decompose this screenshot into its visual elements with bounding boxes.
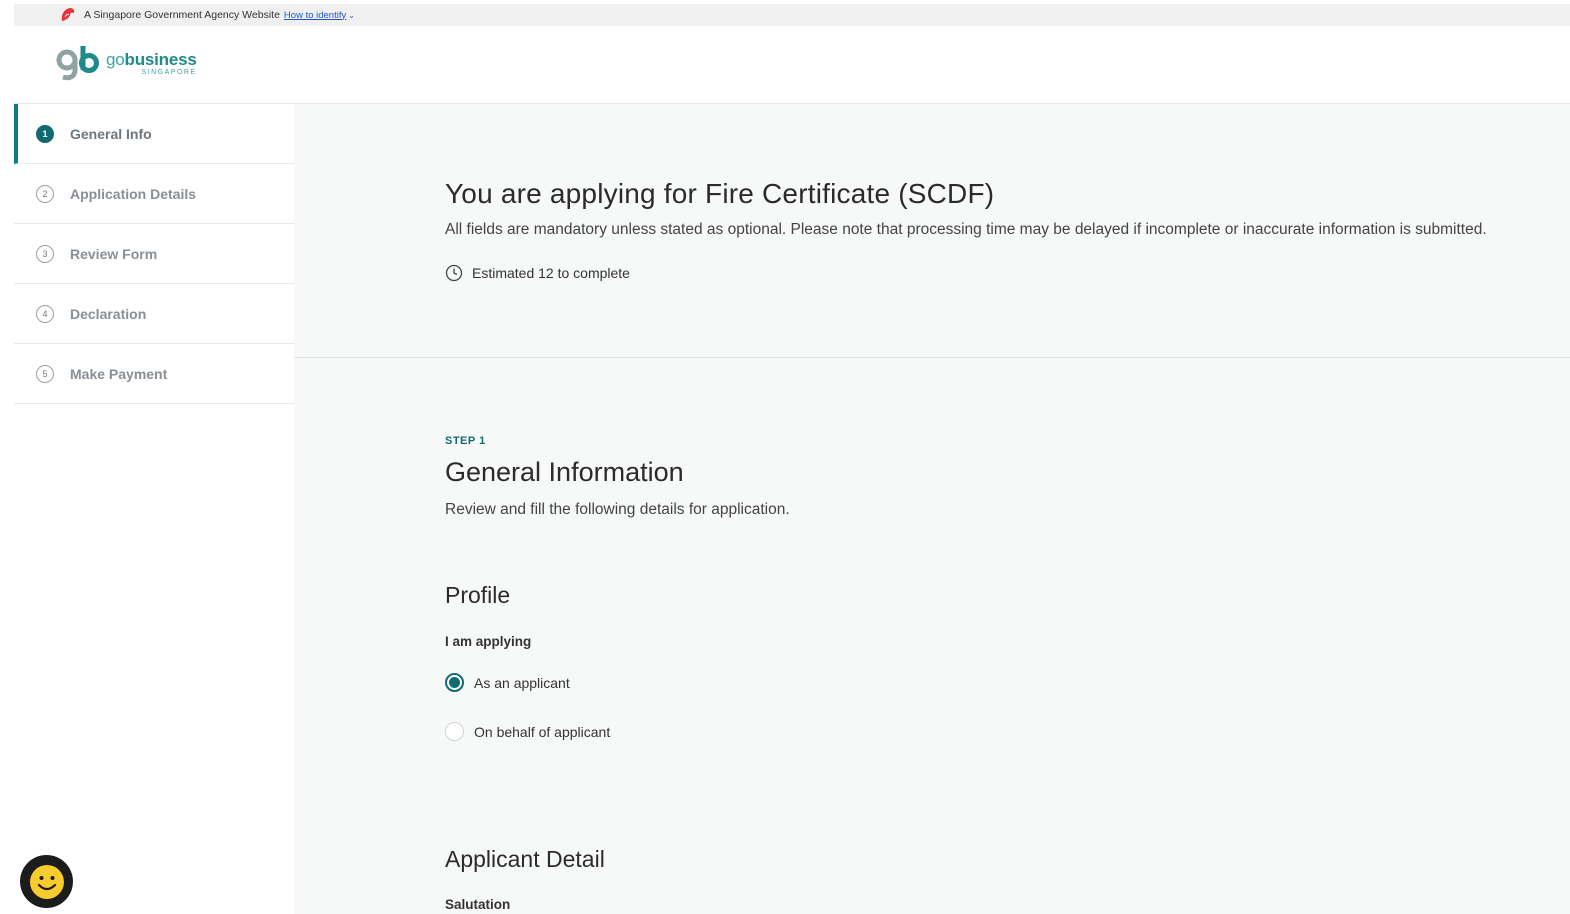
lion-head-icon [58, 5, 78, 25]
estimated-time-text: Estimated 12 to complete [472, 265, 630, 281]
gb-logo-mark-icon [56, 46, 99, 81]
sidebar-item-application-details[interactable]: 2 Application Details [14, 164, 294, 224]
step-number-badge: 3 [36, 244, 54, 263]
section-title: General Information [445, 457, 684, 487]
clock-icon [445, 264, 463, 282]
sidebar-item-general-info[interactable]: 1 General Info [14, 104, 294, 164]
intro-description: All fields are mandatory unless stated a… [445, 221, 1487, 238]
applicant-detail-heading: Applicant Detail [445, 846, 605, 872]
intro-section: You are applying for Fire Certificate (S… [294, 104, 1570, 358]
sidebar-item-label: General Info [70, 125, 152, 142]
sidebar-item-label: Declaration [70, 305, 147, 322]
gov-banner-text: A Singapore Government Agency Website [84, 9, 280, 21]
radio-button-checked[interactable] [445, 673, 464, 692]
page-title: You are applying for Fire Certificate (S… [445, 178, 995, 209]
sidebar-item-declaration[interactable]: 4 Declaration [14, 284, 294, 344]
main-content: You are applying for Fire Certificate (S… [294, 104, 1570, 914]
radio-button[interactable] [445, 722, 464, 741]
estimated-time: Estimated 12 to complete [445, 264, 630, 282]
gov-banner: A Singapore Government Agency Website Ho… [14, 4, 1570, 26]
logo-word-go: go [106, 49, 125, 69]
step-number-badge: 1 [36, 124, 54, 143]
chatbot-button[interactable] [20, 855, 73, 908]
sidebar-item-label: Make Payment [70, 365, 168, 382]
section-description: Review and fill the following details fo… [445, 501, 790, 518]
radio-label: As an applicant [474, 674, 570, 691]
site-header: gobusiness SINGAPORE [14, 26, 1570, 104]
applying-question-label: I am applying [445, 634, 532, 649]
step-number-badge: 2 [36, 184, 54, 203]
chevron-down-icon[interactable]: ⌄ [348, 11, 355, 20]
sidebar-item-label: Review Form [70, 245, 158, 262]
step-number-badge: 5 [36, 364, 54, 383]
step-label: STEP 1 [445, 435, 486, 447]
step-number-badge: 4 [36, 304, 54, 323]
sidebar-item-make-payment[interactable]: 5 Make Payment [14, 344, 294, 404]
sidebar-item-label: Application Details [70, 185, 197, 202]
profile-heading: Profile [445, 582, 511, 608]
how-to-identify-link[interactable]: How to identify [284, 10, 346, 21]
radio-as-applicant[interactable]: As an applicant [445, 673, 570, 692]
radio-on-behalf-of-applicant[interactable]: On behalf of applicant [445, 722, 610, 741]
logo-word-business: business [124, 49, 197, 69]
sidebar-item-review-form[interactable]: 3 Review Form [14, 224, 294, 284]
salutation-label: Salutation [445, 897, 511, 912]
step-sidebar: 1 General Info 2 Application Details 3 R… [14, 104, 294, 914]
gobusiness-logo[interactable]: gobusiness SINGAPORE [56, 44, 197, 82]
logo-subtitle: SINGAPORE [141, 68, 197, 76]
smiley-face-icon [29, 864, 64, 899]
radio-label: On behalf of applicant [474, 723, 611, 740]
